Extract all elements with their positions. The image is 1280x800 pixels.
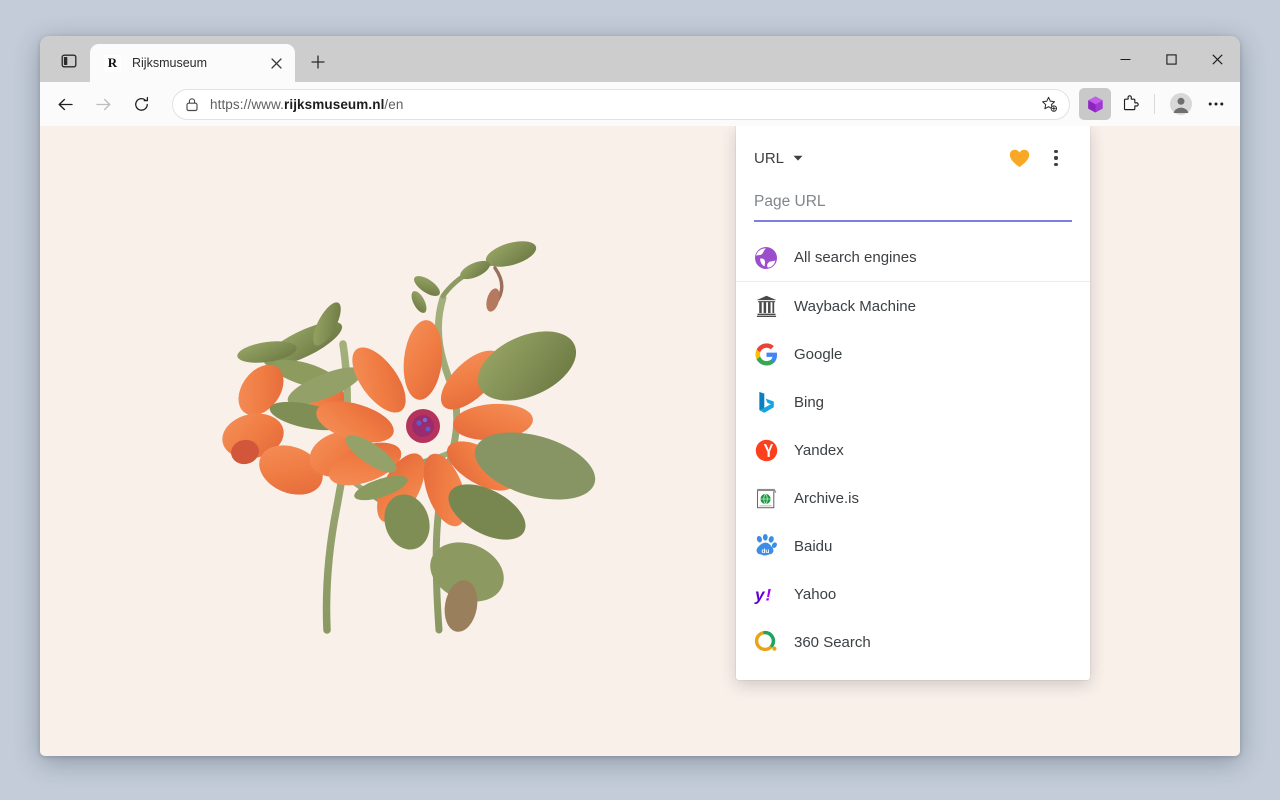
mode-dropdown[interactable]: URL — [754, 146, 807, 170]
toolbar-divider — [1154, 94, 1155, 114]
mode-label: URL — [754, 149, 785, 167]
tab-strip: R Rijksmuseum — [40, 36, 1240, 82]
archive-icon — [753, 293, 779, 319]
engine-item-all-search-engines[interactable]: All search engines — [736, 234, 1090, 282]
kebab-dot — [1054, 156, 1058, 160]
lock-icon — [185, 97, 199, 112]
engine-item-wayback-machine[interactable]: Wayback Machine — [736, 282, 1090, 330]
chevron-down-icon — [793, 149, 803, 167]
popup-header: URL — [736, 126, 1090, 179]
search-engine-switcher-popup: URL Page URL All search engines Wayback … — [736, 126, 1090, 680]
kebab-menu-icon[interactable] — [1042, 143, 1070, 173]
globe-icon — [753, 245, 779, 271]
engine-label: Baidu — [794, 537, 833, 555]
engine-label: Bing — [794, 393, 825, 411]
engine-item-yahoo[interactable]: y ! Yahoo — [736, 570, 1090, 618]
close-window-icon[interactable] — [1194, 36, 1240, 82]
url-field-wrapper — [736, 179, 1090, 222]
engine-label: Archive.is — [794, 489, 860, 507]
threesixty-icon — [753, 629, 779, 655]
tab-rijksmuseum[interactable]: R Rijksmuseum — [90, 44, 295, 82]
yandex-icon — [753, 437, 779, 463]
back-icon[interactable] — [48, 87, 82, 121]
add-favorite-icon[interactable] — [1035, 90, 1063, 118]
engine-item-yandex[interactable]: Yandex — [736, 426, 1090, 474]
engine-label: Wayback Machine — [794, 297, 916, 315]
engine-item-archive-is[interactable]: Archive.is — [736, 474, 1090, 522]
engine-item-baidu[interactable]: du Baidu — [736, 522, 1090, 570]
extension-cube-icon[interactable] — [1079, 88, 1111, 120]
navigation-toolbar: https://www.rijksmuseum.nl/en — [40, 82, 1240, 126]
engine-label: Google — [794, 345, 843, 363]
svg-text:y: y — [754, 586, 766, 605]
archive-is-icon — [753, 485, 779, 511]
kebab-dot — [1054, 149, 1058, 154]
google-icon — [753, 341, 779, 367]
search-engine-list: All search engines Wayback Machine Googl… — [736, 222, 1090, 680]
engine-item-360-search[interactable]: 360 Search — [736, 618, 1090, 666]
maximize-icon[interactable] — [1148, 36, 1194, 82]
address-bar[interactable]: https://www.rijksmuseum.nl/en — [172, 88, 1070, 120]
engine-item-bing[interactable]: Bing — [736, 378, 1090, 426]
engine-label: All search engines — [794, 249, 917, 266]
engine-label: Yahoo — [794, 585, 837, 603]
forward-icon — [86, 87, 120, 121]
url-text: https://www.rijksmuseum.nl/en — [210, 96, 404, 112]
bing-icon — [753, 389, 779, 415]
heart-icon[interactable] — [1004, 143, 1034, 173]
svg-text:!: ! — [766, 586, 772, 605]
desktop-backdrop: R Rijksmuseum https://www.rijksmuseum.nl… — [0, 0, 1280, 800]
profile-avatar[interactable] — [1165, 88, 1197, 120]
baidu-icon: du — [753, 533, 779, 559]
tab-favicon: R — [104, 54, 121, 72]
svg-text:du: du — [761, 548, 769, 555]
engine-label: 360 Search — [794, 633, 871, 651]
browser-window: R Rijksmuseum https://www.rijksmuseum.nl… — [40, 36, 1240, 756]
window-controls — [1102, 36, 1240, 82]
page-viewport: URL Page URL All search engines Wayback … — [40, 126, 1240, 756]
new-tab-icon[interactable] — [303, 47, 333, 77]
engine-item-google[interactable]: Google — [736, 330, 1090, 378]
page-url-input[interactable] — [754, 189, 1072, 222]
engine-label: Yandex — [794, 441, 844, 459]
reload-icon[interactable] — [124, 87, 158, 121]
minimize-icon[interactable] — [1102, 36, 1148, 82]
tab-actions-icon[interactable] — [52, 46, 86, 76]
tab-title: Rijksmuseum — [132, 56, 208, 70]
extensions-puzzle-icon[interactable] — [1114, 88, 1146, 120]
yahoo-icon: y ! — [753, 581, 779, 607]
kebab-dot — [1054, 162, 1058, 167]
botanical-flower-illustration — [40, 126, 740, 756]
close-icon[interactable] — [265, 52, 287, 74]
settings-menu-icon[interactable] — [1200, 88, 1232, 120]
